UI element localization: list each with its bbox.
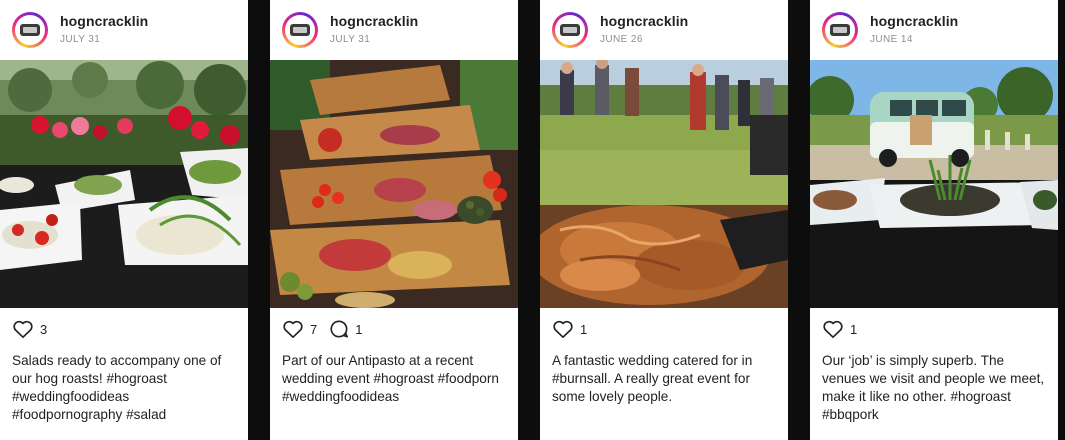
avatar[interactable] — [552, 12, 588, 48]
comment-count: 1 — [355, 321, 363, 337]
post-photo[interactable] — [810, 60, 1058, 308]
antipasto-platter-photo — [270, 60, 518, 308]
post-actions: 1 — [552, 319, 599, 339]
like-count: 1 — [580, 321, 588, 337]
post-actions: 3 — [12, 319, 59, 339]
post-caption: A fantastic wedding catered for in #burn… — [552, 353, 753, 404]
like-action[interactable]: 1 — [822, 319, 857, 339]
post-photo[interactable] — [540, 60, 788, 308]
heart-icon — [13, 320, 33, 338]
post-card[interactable]: hogncracklin JUNE 26 1 A fantastic weddi… — [540, 0, 788, 440]
hogncracklin-logo-icon — [830, 24, 850, 36]
post-date: JUNE 14 — [870, 34, 913, 45]
post-caption: Our ‘job’ is simply superb. The venues w… — [822, 353, 1045, 422]
heart-icon — [553, 320, 573, 338]
like-action[interactable]: 1 — [552, 319, 587, 339]
like-action[interactable]: 3 — [12, 319, 47, 339]
like-count: 1 — [850, 321, 858, 337]
post-header: hogncracklin JUNE 26 — [540, 0, 788, 60]
salad-buffet-garden-photo — [0, 60, 248, 308]
hogncracklin-logo-icon — [20, 24, 40, 36]
instagram-feed: hogncracklin JULY 31 3 Salads ready to a… — [0, 0, 1065, 440]
username[interactable]: hogncracklin — [60, 13, 148, 29]
post-header: hogncracklin JULY 31 — [270, 0, 518, 60]
post-card[interactable]: hogncracklin JULY 31 — [270, 0, 518, 440]
post-caption: Part of our Antipasto at a recent weddin… — [282, 353, 499, 404]
comment-bubble-icon — [330, 320, 349, 338]
pulled-pork-wedding-photo — [540, 60, 788, 308]
hogncracklin-logo-icon — [560, 24, 580, 36]
post-photo[interactable] — [270, 60, 518, 308]
post-actions: 7 1 — [282, 319, 374, 339]
post-actions: 1 — [822, 319, 869, 339]
avatar[interactable] — [12, 12, 48, 48]
post-card[interactable]: hogncracklin JULY 31 — [0, 0, 248, 440]
post-date: JULY 31 — [60, 34, 101, 45]
avatar[interactable] — [282, 12, 318, 48]
avatar[interactable] — [822, 12, 858, 48]
post-header: hogncracklin JUNE 14 — [810, 0, 1058, 60]
username[interactable]: hogncracklin — [600, 13, 688, 29]
like-count: 7 — [310, 321, 318, 337]
like-action[interactable]: 7 — [282, 319, 317, 339]
heart-icon — [283, 320, 303, 338]
post-date: JUNE 26 — [600, 34, 643, 45]
like-count: 3 — [40, 321, 48, 337]
comment-action[interactable]: 1 — [329, 319, 362, 339]
post-caption: Salads ready to accompany one of our hog… — [12, 353, 222, 422]
post-photo[interactable] — [0, 60, 248, 308]
post-card[interactable]: hogncracklin JUNE 14 1 Our ‘job’ is simp… — [810, 0, 1058, 440]
hogncracklin-logo-icon — [290, 24, 310, 36]
post-header: hogncracklin JULY 31 — [0, 0, 248, 60]
post-date: JULY 31 — [330, 34, 371, 45]
heart-icon — [823, 320, 843, 338]
username[interactable]: hogncracklin — [330, 13, 418, 29]
campervan-salad-photo — [810, 60, 1058, 308]
username[interactable]: hogncracklin — [870, 13, 958, 29]
